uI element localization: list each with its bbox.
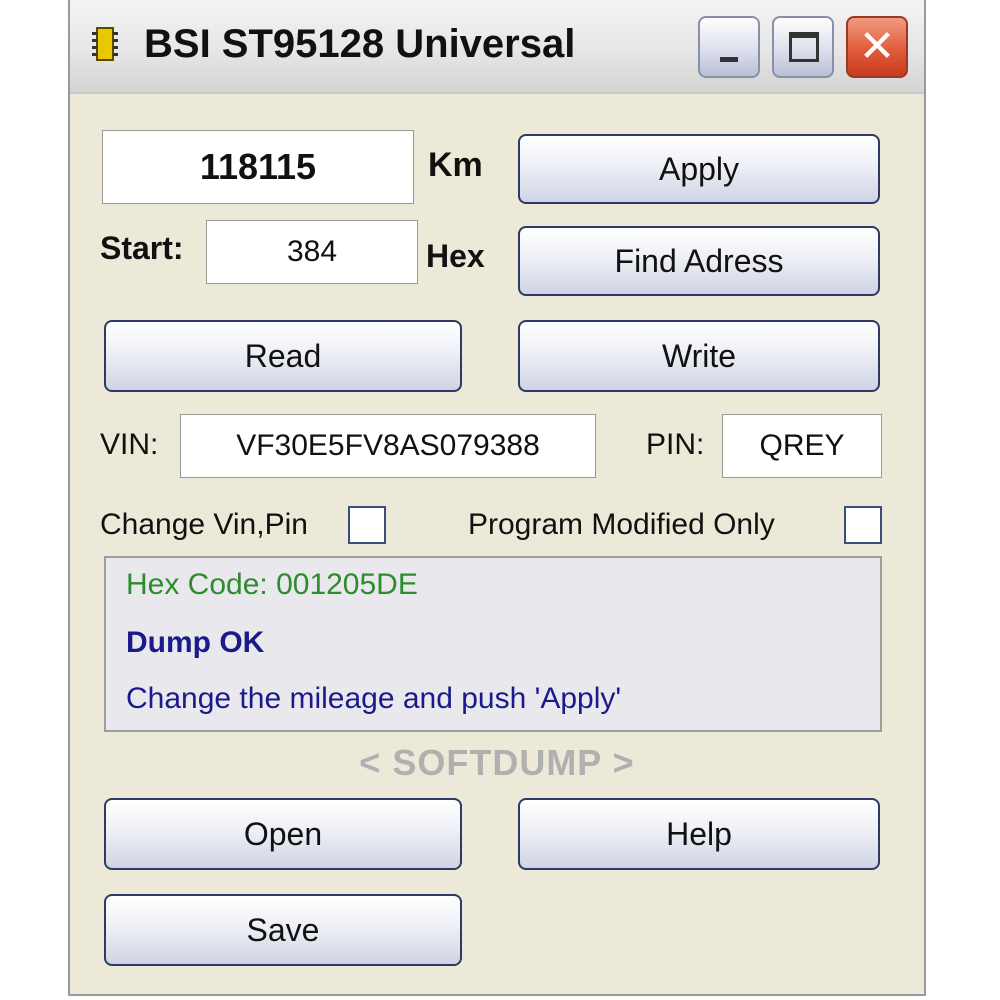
open-button[interactable]: Open (104, 798, 462, 870)
find-address-button[interactable]: Find Adress (518, 226, 880, 296)
vin-label: VIN: (100, 428, 159, 461)
mileage-input[interactable]: 118115 (102, 130, 414, 204)
chip-icon (92, 27, 118, 61)
window-title: BSI ST95128 Universal (144, 22, 576, 66)
title-bar[interactable]: BSI ST95128 Universal ✕ (70, 0, 924, 94)
read-button[interactable]: Read (104, 320, 462, 392)
dump-status-text: Dump OK (126, 626, 265, 659)
maximize-button[interactable] (772, 16, 834, 78)
help-button[interactable]: Help (518, 798, 880, 870)
instruction-text: Change the mileage and push 'Apply' (126, 682, 622, 715)
close-button[interactable]: ✕ (846, 16, 908, 78)
program-modified-only-label: Program Modified Only (468, 508, 775, 541)
change-vin-pin-label: Change Vin,Pin (100, 508, 308, 541)
program-modified-only-checkbox[interactable] (844, 506, 882, 544)
minimize-icon (720, 57, 738, 62)
start-unit-label: Hex (426, 238, 485, 274)
close-icon: ✕ (858, 22, 896, 71)
brand-label: < SOFTDUMP > (359, 742, 635, 783)
pin-label: PIN: (646, 428, 705, 461)
vin-input[interactable]: VF30E5FV8AS079388 (180, 414, 596, 478)
status-panel: Hex Code: 001205DE Dump OK Change the mi… (104, 556, 882, 732)
start-address-input[interactable]: 384 (206, 220, 418, 284)
save-button[interactable]: Save (104, 894, 462, 966)
write-button[interactable]: Write (518, 320, 880, 392)
change-vin-pin-checkbox[interactable] (348, 506, 386, 544)
minimize-button[interactable] (698, 16, 760, 78)
maximize-icon (789, 32, 819, 62)
pin-input[interactable]: QREY (722, 414, 882, 478)
apply-button[interactable]: Apply (518, 134, 880, 204)
app-window: BSI ST95128 Universal ✕ 118115 Km Apply … (68, 0, 926, 996)
start-label: Start: (100, 230, 184, 266)
hex-code-text: Hex Code: 001205DE (126, 568, 418, 601)
mileage-unit-label: Km (428, 146, 483, 184)
